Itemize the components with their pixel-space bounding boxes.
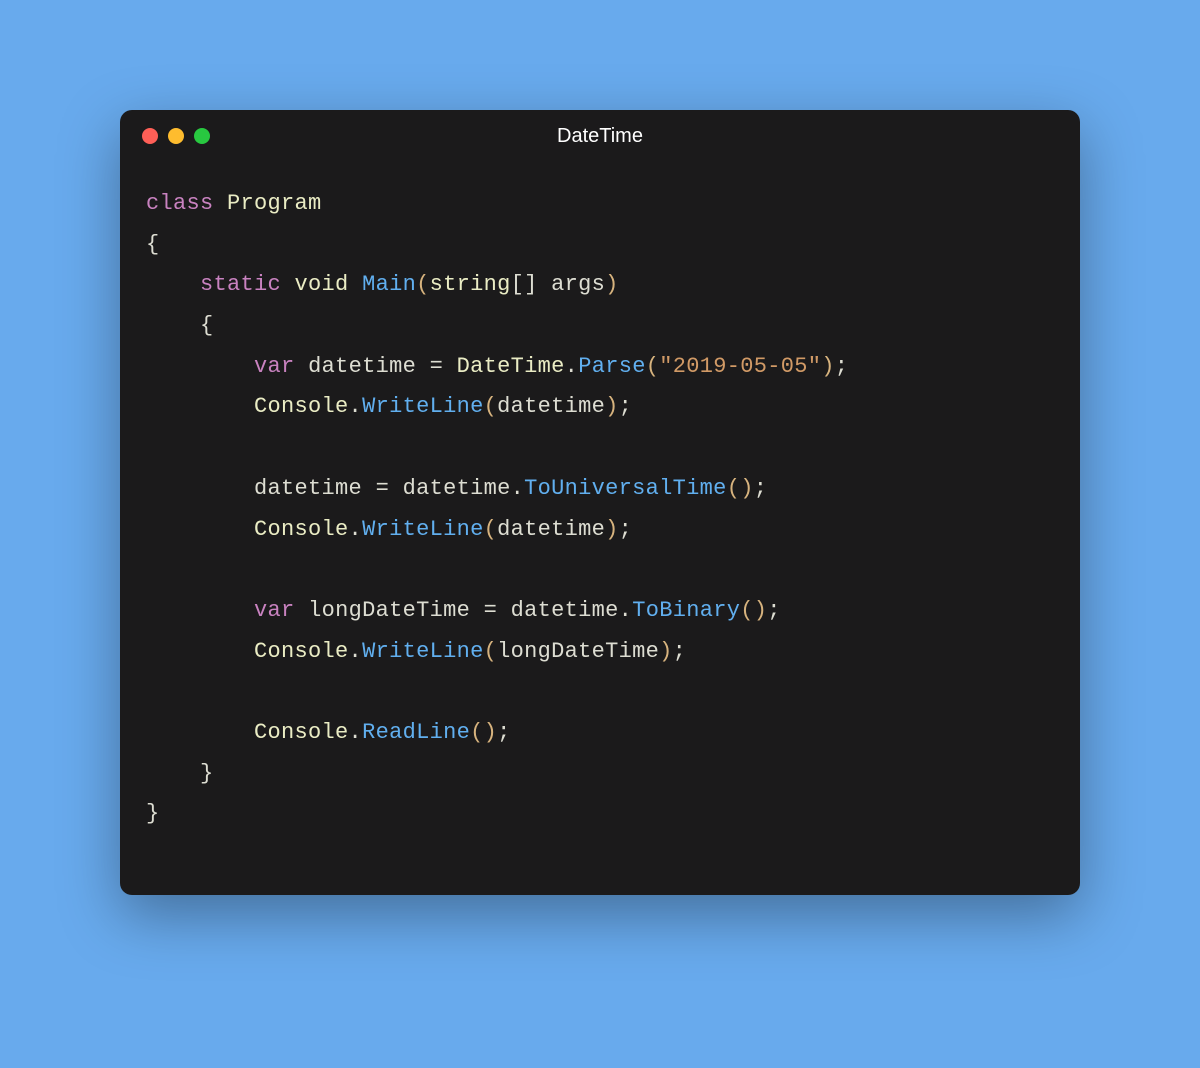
brackets: [] <box>511 272 538 297</box>
type-console: Console <box>254 394 349 419</box>
dot: . <box>349 720 363 745</box>
paren-close: ) <box>821 354 835 379</box>
brace-close: } <box>200 761 214 786</box>
type-console: Console <box>254 639 349 664</box>
op-eq: = <box>430 354 444 379</box>
semi: ; <box>835 354 849 379</box>
type-console: Console <box>254 517 349 542</box>
paren-open: ( <box>727 476 741 501</box>
semi: ; <box>767 598 781 623</box>
method-touniversal: ToUniversalTime <box>524 476 727 501</box>
dot: . <box>511 476 525 501</box>
paren-close: ) <box>740 476 754 501</box>
id-longdatetime: longDateTime <box>497 639 659 664</box>
dot: . <box>349 639 363 664</box>
method-main: Main <box>362 272 416 297</box>
type-string: string <box>430 272 511 297</box>
method-writeline: WriteLine <box>362 639 484 664</box>
dot: . <box>619 598 633 623</box>
code-block: class Program { static void Main(string[… <box>146 184 1054 835</box>
method-writeline: WriteLine <box>362 517 484 542</box>
semi: ; <box>619 394 633 419</box>
traffic-lights <box>142 128 210 144</box>
op-eq: = <box>484 598 498 623</box>
method-writeline: WriteLine <box>362 394 484 419</box>
op-eq: = <box>376 476 390 501</box>
paren-open: ( <box>470 720 484 745</box>
brace-close: } <box>146 801 160 826</box>
dot: . <box>565 354 579 379</box>
paren-close: ) <box>754 598 768 623</box>
id-datetime: datetime <box>403 476 511 501</box>
type-datetime: DateTime <box>457 354 565 379</box>
keyword-var: var <box>254 354 295 379</box>
dot: . <box>349 517 363 542</box>
semi: ; <box>673 639 687 664</box>
paren-close: ) <box>605 394 619 419</box>
paren-open: ( <box>484 639 498 664</box>
classname-program: Program <box>227 191 322 216</box>
close-icon[interactable] <box>142 128 158 144</box>
id-datetime: datetime <box>511 598 619 623</box>
maximize-icon[interactable] <box>194 128 210 144</box>
semi: ; <box>619 517 633 542</box>
paren-open: ( <box>646 354 660 379</box>
paren-close: ) <box>659 639 673 664</box>
paren-open: ( <box>416 272 430 297</box>
titlebar: DateTime <box>120 110 1080 154</box>
method-readline: ReadLine <box>362 720 470 745</box>
code-window: DateTime class Program { static void Mai… <box>120 110 1080 895</box>
method-parse: Parse <box>578 354 646 379</box>
window-title: DateTime <box>120 125 1080 148</box>
keyword-class: class <box>146 191 214 216</box>
semi: ; <box>754 476 768 501</box>
code-area: class Program { static void Main(string[… <box>120 154 1080 895</box>
id-longdatetime: longDateTime <box>308 598 470 623</box>
id-datetime: datetime <box>308 354 416 379</box>
brace-open: { <box>146 232 160 257</box>
dot: . <box>349 394 363 419</box>
keyword-var: var <box>254 598 295 623</box>
id-args: args <box>551 272 605 297</box>
paren-open: ( <box>740 598 754 623</box>
minimize-icon[interactable] <box>168 128 184 144</box>
keyword-static: static <box>200 272 281 297</box>
id-datetime: datetime <box>497 394 605 419</box>
id-datetime: datetime <box>254 476 362 501</box>
string-date: "2019-05-05" <box>659 354 821 379</box>
semi: ; <box>497 720 511 745</box>
type-console: Console <box>254 720 349 745</box>
id-datetime: datetime <box>497 517 605 542</box>
return-void: void <box>295 272 349 297</box>
paren-close: ) <box>484 720 498 745</box>
paren-open: ( <box>484 394 498 419</box>
paren-close: ) <box>605 272 619 297</box>
brace-open: { <box>200 313 214 338</box>
paren-open: ( <box>484 517 498 542</box>
method-tobinary: ToBinary <box>632 598 740 623</box>
paren-close: ) <box>605 517 619 542</box>
